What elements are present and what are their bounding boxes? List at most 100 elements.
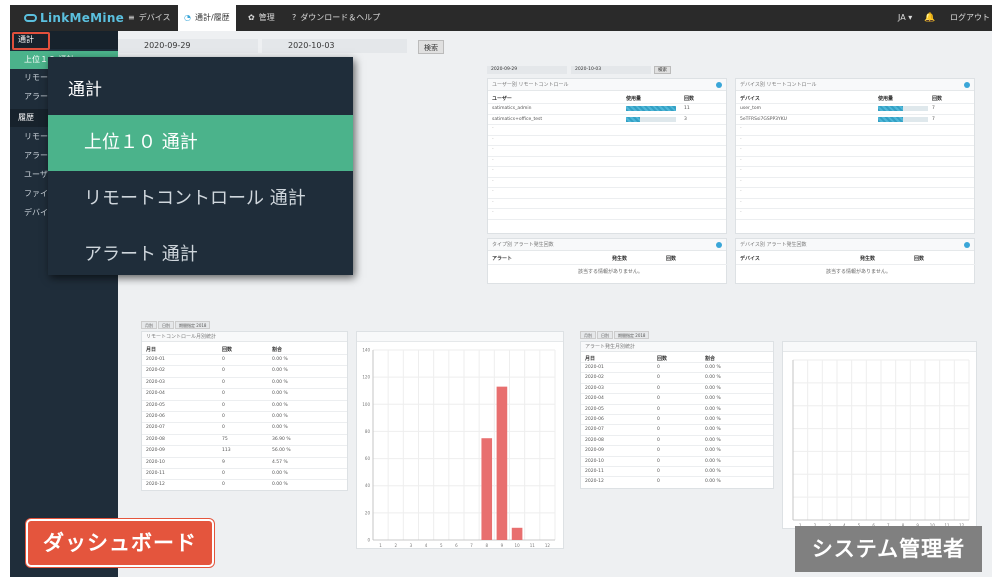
row-divider	[142, 411, 347, 412]
table-cell-count: 0	[222, 482, 225, 488]
x-tick-label: 2	[394, 543, 397, 548]
table-cell-date: 2020-08	[146, 436, 165, 442]
row-divider	[736, 124, 974, 125]
row-divider	[488, 187, 726, 188]
table-cell-ratio: 56.00 %	[272, 448, 291, 454]
x-tick-label: 3	[410, 543, 413, 548]
table-cell-ratio: 0.00 %	[272, 414, 288, 419]
alert-stats-title: アラート発生月別統計	[585, 344, 636, 350]
row-divider	[142, 468, 347, 469]
rc-chart-panel: 0 20 40 60 80 100 120 140 1 2 3 4 5 6 7 8 9 10 11 12	[356, 331, 564, 549]
alert-chart-panel: 123456789101112	[782, 341, 977, 529]
popup-item-alert-stats[interactable]: アラート 通計	[48, 227, 353, 283]
row-divider	[488, 208, 726, 209]
rc-bar-chart: 0204060801001201401 2 3 4 5 6 7 8 9 10 11 12	[362, 348, 556, 548]
device-alert-title: デバイス別 アラート発生回数	[740, 242, 807, 248]
empty-row-marker: -	[492, 126, 494, 131]
popup-item-rc-stats[interactable]: リモートコントロール 通計	[48, 171, 353, 227]
x-tick-label: 5	[440, 543, 443, 548]
popup-item-top10[interactable]: 上位１０ 通計	[48, 115, 353, 171]
table-cell-count: 0	[222, 425, 225, 431]
rc-stats-table: リモートコントロール月別統計 月日 回数 割合 2020-01 0 0.00 % 20…	[141, 331, 348, 491]
x-tick-label: 11	[530, 543, 536, 548]
col-alert: アラート	[492, 256, 513, 262]
row-divider	[142, 433, 347, 435]
date-to-input[interactable]: 2020-10-03	[262, 39, 407, 53]
table-cell-date: 2020-07	[585, 427, 604, 433]
empty-message: 該当する情報がありません。	[578, 269, 643, 275]
dashboard-label: ダッシュボード	[26, 519, 214, 567]
col-device: デバイス	[740, 256, 760, 262]
table-cell-count: 75	[222, 436, 228, 442]
logo[interactable]: LinkMeMine	[24, 11, 124, 25]
logout-link[interactable]: ログアウト	[950, 5, 990, 31]
row-divider	[736, 197, 974, 199]
top10-search-button[interactable]: 検索	[654, 66, 671, 74]
nav-download-help[interactable]: ? ダウンロード＆ヘルプ	[286, 5, 386, 31]
row-divider	[581, 372, 773, 374]
chart-bar	[511, 527, 523, 540]
table-cell-ratio: 0.00 %	[705, 396, 721, 402]
popup-title: 通計	[68, 80, 102, 100]
table-cell-ratio: 0.00 %	[272, 402, 288, 408]
usage-bar-fill	[626, 106, 676, 111]
row-divider	[736, 155, 974, 157]
table-cell-date: 2020-07	[146, 425, 165, 431]
y-tick-label: 80	[365, 429, 371, 434]
nav-admin[interactable]: ✿ 管理	[242, 5, 281, 31]
table-cell-ratio: 0.00 %	[705, 469, 721, 474]
table-cell-date: 2020-09	[585, 448, 604, 454]
y-tick-label: 140	[362, 348, 370, 353]
search-button[interactable]: 検索	[418, 40, 444, 54]
bell-icon[interactable]: 🔔	[924, 5, 935, 31]
table-cell-count: 113	[222, 448, 231, 454]
row-divider	[736, 134, 974, 136]
table-cell-date: 2020-12	[585, 479, 604, 485]
tab-monthly[interactable]: 月別	[141, 321, 157, 329]
row-divider	[736, 264, 976, 265]
nav-devices[interactable]: ≡ デバイス	[122, 5, 176, 31]
y-tick-label: 0	[367, 538, 370, 543]
row-divider	[142, 456, 347, 458]
col-date: 月日	[146, 347, 157, 353]
logo-text: LinkMeMine	[40, 11, 125, 25]
gear-icon: ✿	[248, 13, 255, 22]
tab-daily[interactable]: 日別	[597, 331, 613, 339]
table-cell-count: 7	[932, 106, 935, 111]
tab-daily[interactable]: 日別	[158, 321, 174, 329]
table-cell-ratio: 0.00 %	[705, 448, 721, 454]
top10-date-from[interactable]: 2020-09-29	[487, 66, 567, 74]
tab-period[interactable]: 期間指定 2018	[614, 331, 650, 339]
language-select[interactable]: JA ▾	[898, 5, 912, 31]
row-divider	[488, 103, 726, 104]
table-cell-date: 2020-05	[146, 402, 165, 408]
tab-monthly[interactable]: 月別	[580, 331, 596, 339]
top10-date-to[interactable]: 2020-10-03	[571, 66, 651, 74]
col-count: 回数	[932, 96, 943, 102]
col-usage: 使用量	[878, 96, 894, 102]
panel-title: リモートコントロール月別統計	[142, 332, 347, 342]
x-tick-label: 6	[455, 543, 458, 548]
col-ratio: 割合	[272, 347, 283, 353]
row-divider	[736, 113, 974, 115]
info-badge-icon	[964, 82, 970, 88]
tab-period[interactable]: 期間指定 2018	[175, 321, 211, 329]
table-cell-count: 0	[657, 458, 660, 464]
row-divider	[581, 455, 773, 457]
table-cell-count: 0	[657, 396, 660, 402]
date-from-input[interactable]: 2020-09-29	[118, 39, 258, 53]
chart-bar	[496, 386, 508, 540]
table-cell-ratio: 4.57 %	[272, 459, 288, 465]
table-cell-date: 2020-10	[585, 458, 604, 464]
info-badge-icon	[716, 242, 722, 248]
alert-stats-tabs: 月別 日別 期間指定 2018	[580, 331, 650, 339]
logo-ring-icon	[24, 14, 37, 22]
y-tick-label: 20	[365, 510, 371, 515]
y-tick-label: 120	[362, 375, 370, 380]
table-cell-ratio: 0.00 %	[705, 437, 721, 443]
row-divider	[581, 445, 773, 447]
empty-row-marker: -	[740, 157, 742, 163]
nav-stats-history[interactable]: ◔ 通計/履歴	[178, 5, 236, 31]
empty-row-marker: -	[740, 178, 742, 184]
row-divider	[142, 354, 347, 355]
